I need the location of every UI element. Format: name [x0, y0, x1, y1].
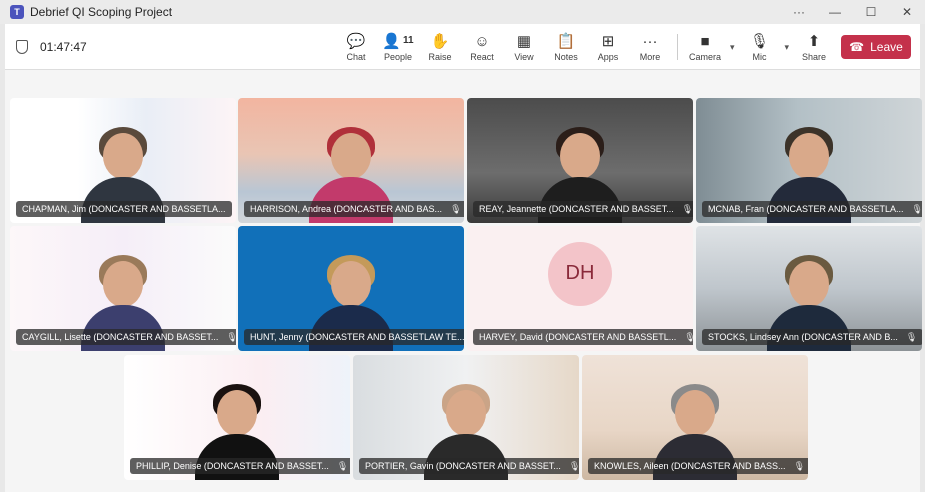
people-count: 11	[403, 35, 414, 46]
more-button[interactable]: ··· More	[629, 24, 671, 70]
shield-icon	[16, 39, 28, 54]
minimize-button[interactable]: —	[817, 0, 853, 24]
participant-tile[interactable]: REAY, Jeannette (DONCASTER AND BASSET...…	[467, 98, 693, 223]
participant-name: HUNT, Jenny (DONCASTER AND BASSETLAW TE.…	[250, 332, 464, 342]
leave-label: Leave	[870, 40, 903, 54]
participant-tile[interactable]: HARRISON, Andrea (DONCASTER AND BAS... 🎙	[238, 98, 464, 223]
apps-label: Apps	[597, 52, 619, 62]
camera-icon: ■	[700, 32, 710, 50]
participant-name-tag: STOCKS, Lindsey Ann (DONCASTER AND B... 🎙	[702, 329, 922, 345]
react-label: React	[470, 52, 494, 62]
hand-icon: ✋	[430, 32, 450, 50]
view-button[interactable]: ▦ View	[503, 24, 545, 70]
meeting-toolbar: 01:47:47 💬 Chat 👤 11 People ✋ Raise ☺ Rea…	[5, 24, 920, 70]
window-title: Debrief QI Scoping Project	[30, 5, 173, 19]
participant-name-tag: CAYGILL, Lisette (DONCASTER AND BASSET..…	[16, 329, 236, 345]
share-label: Share	[802, 52, 827, 62]
participant-name-tag: CHAPMAN, Jim (DONCASTER AND BASSETLA...	[16, 201, 232, 217]
participant-tile[interactable]: CAYGILL, Lisette (DONCASTER AND BASSET..…	[10, 226, 236, 351]
participant-name-tag: HARVEY, David (DONCASTER AND BASSETL... 🎙	[473, 329, 693, 345]
participant-tile[interactable]: PHILLIP, Denise (DONCASTER AND BASSET...…	[124, 355, 350, 480]
more-label: More	[639, 52, 661, 62]
maximize-button[interactable]: ☐	[853, 0, 889, 24]
share-icon: ⬆	[807, 32, 821, 50]
participant-name: REAY, Jeannette (DONCASTER AND BASSET...	[479, 204, 674, 214]
mic-muted-icon: 🎙	[450, 203, 462, 214]
window-controls: ··· — ☐ ✕	[781, 0, 925, 24]
mic-muted-icon: 🎙	[793, 460, 805, 471]
phone-icon: ☎	[849, 40, 865, 54]
camera-button[interactable]: ■ Camera	[684, 24, 726, 70]
participant-name-tag: HUNT, Jenny (DONCASTER AND BASSETLAW TE.…	[244, 329, 464, 345]
raise-label: Raise	[428, 52, 452, 62]
smiley-icon: ☺	[474, 32, 490, 50]
participant-name: HARVEY, David (DONCASTER AND BASSETL...	[479, 332, 677, 342]
mic-muted-icon: 🎙	[905, 331, 918, 342]
mic-muted-icon: 🎙	[684, 331, 693, 342]
raise-button[interactable]: ✋ Raise	[419, 24, 461, 70]
more-options-icon[interactable]: ···	[781, 0, 817, 24]
mic-chevron-down-icon[interactable]: ▾	[781, 24, 794, 70]
people-label: People	[383, 52, 413, 62]
ellipsis-icon: ···	[642, 32, 658, 50]
notes-icon: 📋	[556, 32, 576, 50]
participant-tile[interactable]: HUNT, Jenny (DONCASTER AND BASSETLAW TE.…	[238, 226, 464, 351]
participant-name: CAYGILL, Lisette (DONCASTER AND BASSET..…	[22, 332, 219, 342]
meeting-timer: 01:47:47	[16, 39, 87, 54]
view-label: View	[514, 52, 534, 62]
participant-name-tag: HARRISON, Andrea (DONCASTER AND BAS... 🎙	[244, 201, 464, 217]
participant-tile[interactable]: CHAPMAN, Jim (DONCASTER AND BASSETLA...	[10, 98, 236, 223]
people-icon: 👤	[382, 32, 402, 50]
participant-name: PHILLIP, Denise (DONCASTER AND BASSET...	[136, 461, 329, 471]
participant-name-tag: MCNAB, Fran (DONCASTER AND BASSETLA... 🎙	[702, 201, 922, 217]
mic-muted-icon: 🎙	[568, 460, 579, 471]
participant-name-tag: REAY, Jeannette (DONCASTER AND BASSET...…	[473, 201, 693, 217]
chat-icon: 💬	[346, 32, 366, 50]
mic-muted-icon: 🎙	[681, 203, 693, 214]
mic-label: Mic	[752, 52, 767, 62]
mic-muted-icon: 🎙	[336, 460, 349, 471]
participant-name: MCNAB, Fran (DONCASTER AND BASSETLA...	[708, 204, 904, 214]
participant-tile[interactable]: STOCKS, Lindsey Ann (DONCASTER AND B... 🎙	[696, 226, 922, 351]
camera-chevron-down-icon[interactable]: ▾	[726, 24, 739, 70]
participant-name-tag: PORTIER, Gavin (DONCASTER AND BASSET... 🎙	[359, 458, 579, 474]
participant-name-tag: PHILLIP, Denise (DONCASTER AND BASSET...…	[130, 458, 350, 474]
react-button[interactable]: ☺ React	[461, 24, 503, 70]
camera-label: Camera	[688, 52, 721, 62]
participant-name: HARRISON, Andrea (DONCASTER AND BAS...	[250, 204, 443, 214]
participant-name: STOCKS, Lindsey Ann (DONCASTER AND B...	[708, 332, 898, 342]
timer-text: 01:47:47	[40, 39, 87, 54]
toolbar-divider	[677, 34, 678, 60]
participant-name-tag: KNOWLES, Aileen (DONCASTER AND BASS... 🎙	[588, 458, 808, 474]
participant-tile[interactable]: MCNAB, Fran (DONCASTER AND BASSETLA... 🎙	[696, 98, 922, 223]
notes-button[interactable]: 📋 Notes	[545, 24, 587, 70]
participant-tile[interactable]: DH HARVEY, David (DONCASTER AND BASSETL.…	[467, 226, 693, 351]
notes-label: Notes	[554, 52, 578, 62]
grid-icon: ▦	[516, 32, 532, 50]
mic-muted-icon: 🎙	[226, 331, 236, 342]
participant-tile[interactable]: KNOWLES, Aileen (DONCASTER AND BASS... 🎙	[582, 355, 808, 480]
chat-button[interactable]: 💬 Chat	[335, 24, 377, 70]
teams-logo-icon: T	[10, 5, 24, 19]
participant-name: CHAPMAN, Jim (DONCASTER AND BASSETLA...	[22, 204, 226, 214]
close-button[interactable]: ✕	[889, 0, 925, 24]
mic-button[interactable]: 🎙 Mic	[739, 24, 781, 70]
people-icon-group: 👤 11	[382, 32, 413, 50]
apps-icon: ⊞	[601, 32, 615, 50]
people-button[interactable]: 👤 11 People	[377, 24, 419, 70]
video-stage: CHAPMAN, Jim (DONCASTER AND BASSETLA... …	[5, 70, 922, 492]
participant-avatar: DH	[548, 241, 612, 306]
leave-button[interactable]: ☎ Leave	[841, 35, 911, 59]
meeting-controls: 💬 Chat 👤 11 People ✋ Raise ☺ React ▦ View…	[335, 24, 835, 70]
microphone-icon: 🎙	[750, 32, 770, 50]
mic-muted-icon: 🎙	[911, 203, 922, 214]
share-button[interactable]: ⬆ Share	[793, 24, 835, 70]
title-bar: T Debrief QI Scoping Project ··· — ☐ ✕	[0, 0, 925, 24]
participant-tile[interactable]: PORTIER, Gavin (DONCASTER AND BASSET... 🎙	[353, 355, 579, 480]
apps-button[interactable]: ⊞ Apps	[587, 24, 629, 70]
participant-name: KNOWLES, Aileen (DONCASTER AND BASS...	[594, 461, 786, 471]
participant-name: PORTIER, Gavin (DONCASTER AND BASSET...	[365, 461, 561, 471]
chat-label: Chat	[346, 52, 366, 62]
